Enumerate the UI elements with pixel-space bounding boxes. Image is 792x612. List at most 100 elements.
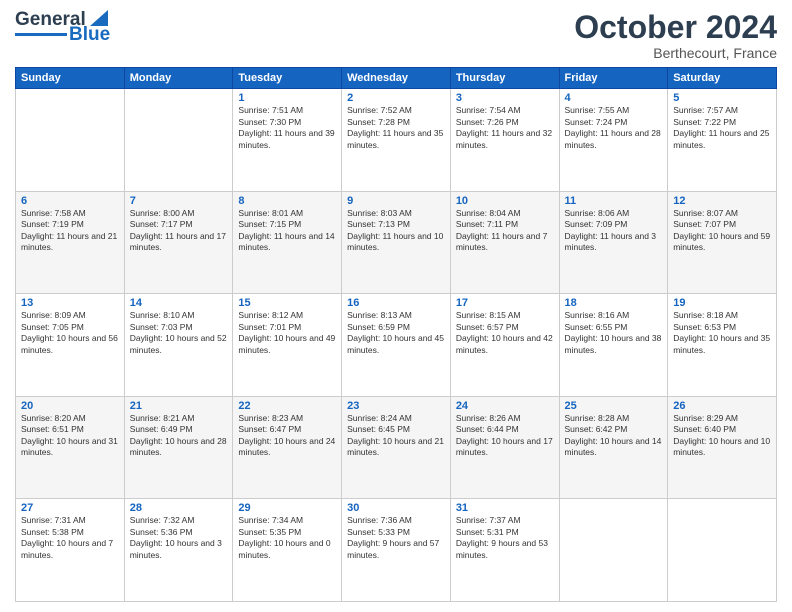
day-number: 15 [238,297,336,309]
calendar-cell: 17Sunrise: 8:15 AMSunset: 6:57 PMDayligh… [450,294,559,397]
month-title: October 2024 [574,10,777,45]
calendar-cell: 22Sunrise: 8:23 AMSunset: 6:47 PMDayligh… [233,396,342,499]
calendar-cell: 18Sunrise: 8:16 AMSunset: 6:55 PMDayligh… [559,294,668,397]
day-number: 27 [21,502,119,514]
calendar-cell: 10Sunrise: 8:04 AMSunset: 7:11 PMDayligh… [450,191,559,294]
calendar-cell: 15Sunrise: 8:12 AMSunset: 7:01 PMDayligh… [233,294,342,397]
calendar-cell: 8Sunrise: 8:01 AMSunset: 7:15 PMDaylight… [233,191,342,294]
page: General Blue October 2024 Berthecourt, F… [0,0,792,612]
calendar-week-5: 27Sunrise: 7:31 AMSunset: 5:38 PMDayligh… [16,499,777,602]
calendar-cell: 12Sunrise: 8:07 AMSunset: 7:07 PMDayligh… [668,191,777,294]
day-number: 30 [347,502,445,514]
day-info: Sunrise: 8:15 AMSunset: 6:57 PMDaylight:… [456,310,554,356]
day-number: 24 [456,400,554,412]
calendar-cell: 9Sunrise: 8:03 AMSunset: 7:13 PMDaylight… [342,191,451,294]
calendar-week-3: 13Sunrise: 8:09 AMSunset: 7:05 PMDayligh… [16,294,777,397]
day-number: 13 [21,297,119,309]
day-number: 3 [456,92,554,104]
day-info: Sunrise: 8:28 AMSunset: 6:42 PMDaylight:… [565,413,663,459]
logo: General Blue [15,10,110,44]
day-info: Sunrise: 8:09 AMSunset: 7:05 PMDaylight:… [21,310,119,356]
day-info: Sunrise: 8:24 AMSunset: 6:45 PMDaylight:… [347,413,445,459]
calendar-cell: 25Sunrise: 8:28 AMSunset: 6:42 PMDayligh… [559,396,668,499]
day-info: Sunrise: 8:20 AMSunset: 6:51 PMDaylight:… [21,413,119,459]
day-number: 22 [238,400,336,412]
calendar-cell: 28Sunrise: 7:32 AMSunset: 5:36 PMDayligh… [124,499,233,602]
col-tuesday: Tuesday [233,68,342,89]
calendar-cell: 31Sunrise: 7:37 AMSunset: 5:31 PMDayligh… [450,499,559,602]
day-number: 20 [21,400,119,412]
day-info: Sunrise: 8:10 AMSunset: 7:03 PMDaylight:… [130,310,228,356]
calendar-cell: 29Sunrise: 7:34 AMSunset: 5:35 PMDayligh… [233,499,342,602]
day-number: 8 [238,195,336,207]
day-info: Sunrise: 8:26 AMSunset: 6:44 PMDaylight:… [456,413,554,459]
day-number: 19 [673,297,771,309]
day-number: 28 [130,502,228,514]
day-number: 16 [347,297,445,309]
day-number: 26 [673,400,771,412]
calendar-cell: 4Sunrise: 7:55 AMSunset: 7:24 PMDaylight… [559,89,668,192]
day-info: Sunrise: 7:55 AMSunset: 7:24 PMDaylight:… [565,105,663,151]
day-header-row: Sunday Monday Tuesday Wednesday Thursday… [16,68,777,89]
calendar-week-1: 1Sunrise: 7:51 AMSunset: 7:30 PMDaylight… [16,89,777,192]
day-info: Sunrise: 7:54 AMSunset: 7:26 PMDaylight:… [456,105,554,151]
col-saturday: Saturday [668,68,777,89]
day-info: Sunrise: 8:04 AMSunset: 7:11 PMDaylight:… [456,208,554,254]
calendar-cell: 19Sunrise: 8:18 AMSunset: 6:53 PMDayligh… [668,294,777,397]
calendar-cell: 26Sunrise: 8:29 AMSunset: 6:40 PMDayligh… [668,396,777,499]
calendar-cell: 13Sunrise: 8:09 AMSunset: 7:05 PMDayligh… [16,294,125,397]
day-info: Sunrise: 8:29 AMSunset: 6:40 PMDaylight:… [673,413,771,459]
calendar-cell: 11Sunrise: 8:06 AMSunset: 7:09 PMDayligh… [559,191,668,294]
day-info: Sunrise: 7:36 AMSunset: 5:33 PMDaylight:… [347,515,445,561]
col-thursday: Thursday [450,68,559,89]
day-info: Sunrise: 8:21 AMSunset: 6:49 PMDaylight:… [130,413,228,459]
calendar-cell: 14Sunrise: 8:10 AMSunset: 7:03 PMDayligh… [124,294,233,397]
day-number: 7 [130,195,228,207]
calendar-cell: 23Sunrise: 8:24 AMSunset: 6:45 PMDayligh… [342,396,451,499]
day-number: 6 [21,195,119,207]
day-info: Sunrise: 7:34 AMSunset: 5:35 PMDaylight:… [238,515,336,561]
logo-underline [15,33,67,36]
calendar-week-2: 6Sunrise: 7:58 AMSunset: 7:19 PMDaylight… [16,191,777,294]
calendar-cell: 24Sunrise: 8:26 AMSunset: 6:44 PMDayligh… [450,396,559,499]
calendar-cell: 20Sunrise: 8:20 AMSunset: 6:51 PMDayligh… [16,396,125,499]
calendar-cell: 27Sunrise: 7:31 AMSunset: 5:38 PMDayligh… [16,499,125,602]
col-monday: Monday [124,68,233,89]
day-info: Sunrise: 7:52 AMSunset: 7:28 PMDaylight:… [347,105,445,151]
calendar: Sunday Monday Tuesday Wednesday Thursday… [15,67,777,602]
day-info: Sunrise: 8:13 AMSunset: 6:59 PMDaylight:… [347,310,445,356]
day-info: Sunrise: 8:00 AMSunset: 7:17 PMDaylight:… [130,208,228,254]
day-info: Sunrise: 7:32 AMSunset: 5:36 PMDaylight:… [130,515,228,561]
day-number: 21 [130,400,228,412]
day-number: 31 [456,502,554,514]
calendar-cell: 3Sunrise: 7:54 AMSunset: 7:26 PMDaylight… [450,89,559,192]
calendar-cell: 21Sunrise: 8:21 AMSunset: 6:49 PMDayligh… [124,396,233,499]
location: Berthecourt, France [574,45,777,61]
day-info: Sunrise: 7:51 AMSunset: 7:30 PMDaylight:… [238,105,336,151]
day-info: Sunrise: 8:23 AMSunset: 6:47 PMDaylight:… [238,413,336,459]
col-friday: Friday [559,68,668,89]
calendar-cell: 5Sunrise: 7:57 AMSunset: 7:22 PMDaylight… [668,89,777,192]
header: General Blue October 2024 Berthecourt, F… [15,10,777,61]
day-info: Sunrise: 8:06 AMSunset: 7:09 PMDaylight:… [565,208,663,254]
day-info: Sunrise: 8:01 AMSunset: 7:15 PMDaylight:… [238,208,336,254]
col-sunday: Sunday [16,68,125,89]
calendar-cell [16,89,125,192]
day-number: 18 [565,297,663,309]
day-info: Sunrise: 8:12 AMSunset: 7:01 PMDaylight:… [238,310,336,356]
col-wednesday: Wednesday [342,68,451,89]
day-info: Sunrise: 7:58 AMSunset: 7:19 PMDaylight:… [21,208,119,254]
day-number: 23 [347,400,445,412]
day-number: 17 [456,297,554,309]
day-number: 10 [456,195,554,207]
title-block: October 2024 Berthecourt, France [574,10,777,61]
day-number: 2 [347,92,445,104]
day-number: 11 [565,195,663,207]
day-info: Sunrise: 8:03 AMSunset: 7:13 PMDaylight:… [347,208,445,254]
calendar-cell: 2Sunrise: 7:52 AMSunset: 7:28 PMDaylight… [342,89,451,192]
day-info: Sunrise: 8:16 AMSunset: 6:55 PMDaylight:… [565,310,663,356]
calendar-week-4: 20Sunrise: 8:20 AMSunset: 6:51 PMDayligh… [16,396,777,499]
day-number: 4 [565,92,663,104]
calendar-header: Sunday Monday Tuesday Wednesday Thursday… [16,68,777,89]
day-number: 9 [347,195,445,207]
